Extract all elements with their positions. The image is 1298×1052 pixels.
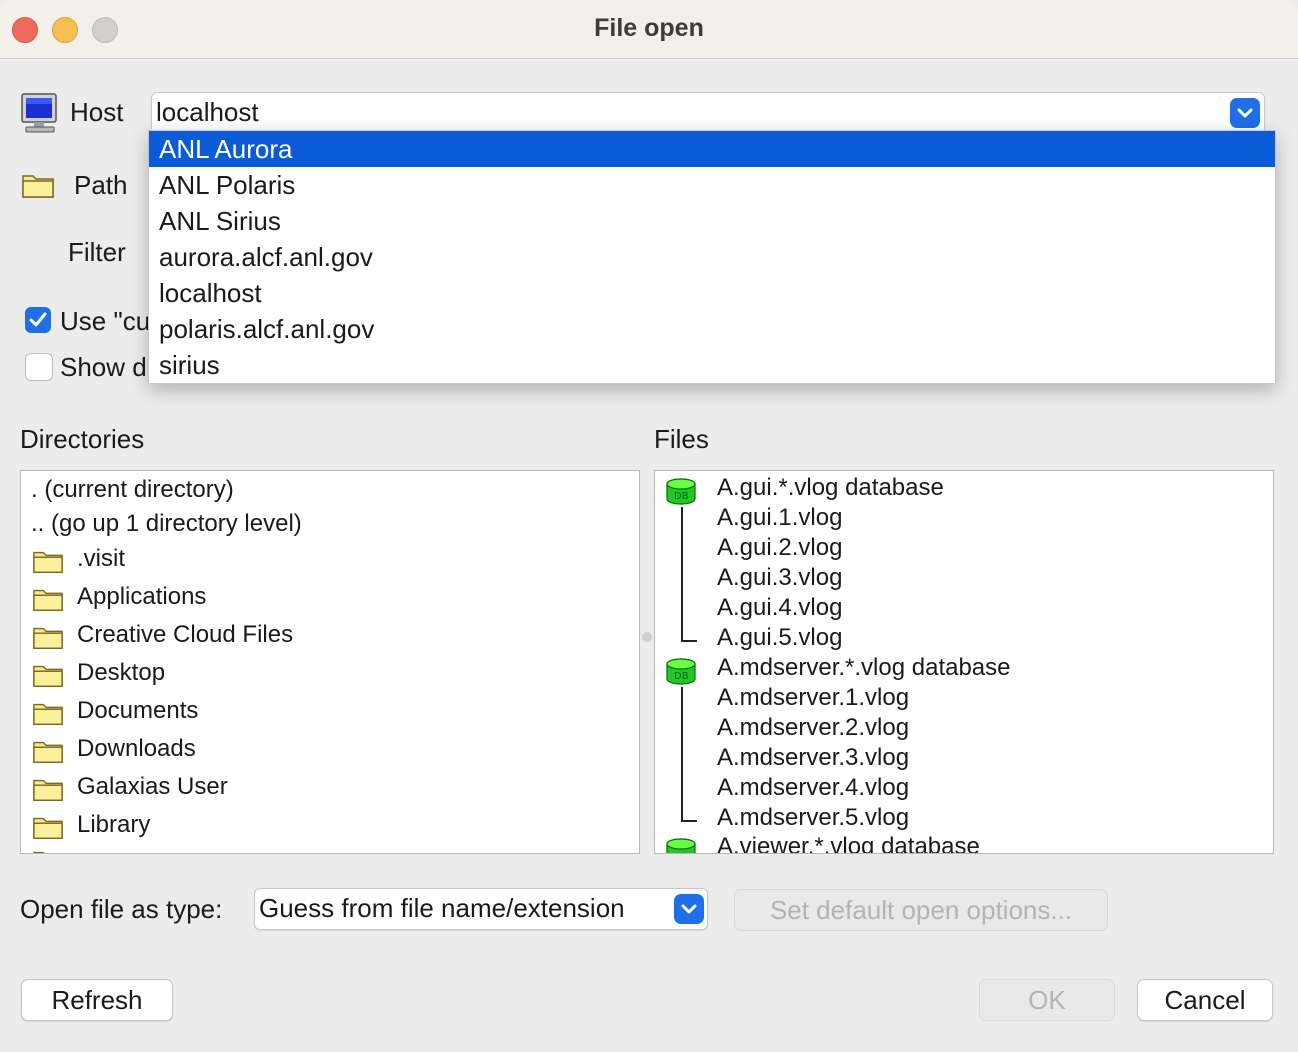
ok-button[interactable]: OK <box>979 979 1115 1021</box>
host-combobox[interactable]: localhost <box>151 92 1265 134</box>
folder-icon <box>33 817 63 839</box>
file-item[interactable]: A.mdserver.5.vlog <box>717 804 909 832</box>
folder-icon <box>33 589 63 611</box>
title-bar: File open <box>0 0 1298 59</box>
host-option[interactable]: localhost <box>149 275 1275 311</box>
file-db-item[interactable]: A.viewer.*.vlog database <box>717 833 980 853</box>
file-item[interactable]: A.gui.2.vlog <box>717 534 842 562</box>
show-checkbox[interactable] <box>25 353 53 381</box>
host-dropdown-list: ANL Aurora ANL Polaris ANL Sirius aurora… <box>148 130 1276 384</box>
tree-line <box>681 687 683 821</box>
file-db-item[interactable]: A.gui.*.vlog database <box>717 474 944 502</box>
file-item[interactable]: A.gui.4.vlog <box>717 594 842 622</box>
use-current-checkbox[interactable] <box>25 307 51 333</box>
list-item[interactable]: .. (go up 1 directory level) <box>31 510 302 538</box>
show-label: Show d <box>60 352 147 382</box>
splitter-handle[interactable] <box>642 632 652 642</box>
file-item[interactable]: A.mdserver.3.vlog <box>717 744 909 772</box>
folder-name: Applications <box>77 583 207 610</box>
folder-icon <box>33 703 63 725</box>
folder-name: Downloads <box>77 735 196 762</box>
monitor-icon <box>21 93 57 133</box>
tree-line <box>681 507 683 641</box>
svg-text:DB: DB <box>674 491 689 502</box>
host-option[interactable]: aurora.alcf.anl.gov <box>149 239 1275 275</box>
filter-label: Filter <box>68 237 126 267</box>
host-option[interactable]: sirius <box>149 347 1275 383</box>
refresh-button[interactable]: Refresh <box>21 979 173 1021</box>
file-item[interactable]: A.mdserver.1.vlog <box>717 684 909 712</box>
file-item[interactable]: A.gui.5.vlog <box>717 624 842 652</box>
folder-icon <box>33 779 63 801</box>
folder-name: Galaxias User <box>77 773 228 800</box>
host-label: Host <box>70 97 124 127</box>
file-item[interactable]: A.mdserver.4.vlog <box>717 774 909 802</box>
host-option[interactable]: ANL Aurora <box>149 131 1275 167</box>
set-default-options-button[interactable]: Set default open options... <box>734 889 1108 931</box>
folder-name: Documents <box>77 697 199 724</box>
open-as-label: Open file as type: <box>20 894 223 924</box>
files-label: Files <box>654 424 709 454</box>
host-value: localhost <box>156 97 259 127</box>
folder-name: Library <box>77 811 151 838</box>
window-title: File open <box>594 14 704 42</box>
file-db-item[interactable]: A.mdserver.*.vlog database <box>717 654 1011 682</box>
tree-line <box>681 820 697 822</box>
host-option[interactable]: ANL Polaris <box>149 167 1275 203</box>
use-current-label: Use "cu <box>60 306 151 336</box>
svg-text:DB: DB <box>674 671 689 682</box>
path-label: Path <box>74 170 128 200</box>
folder-icon <box>33 741 63 763</box>
directories-label: Directories <box>20 424 145 454</box>
folder-name: Desktop <box>77 659 166 686</box>
folder-icon <box>33 551 63 573</box>
folder-name: .visit <box>77 545 125 572</box>
folder-icon <box>33 851 45 853</box>
host-option[interactable]: ANL Sirius <box>149 203 1275 239</box>
chevron-down-icon[interactable] <box>674 894 704 924</box>
open-as-combobox[interactable]: Guess from file name/extension <box>254 888 708 930</box>
folder-icon <box>33 627 63 649</box>
folder-name: Creative Cloud Files <box>77 621 294 648</box>
database-icon: DB <box>666 658 696 685</box>
file-item[interactable]: A.gui.3.vlog <box>717 564 842 592</box>
list-item[interactable]: . (current directory) <box>31 476 234 504</box>
chevron-down-icon[interactable] <box>1230 98 1260 128</box>
database-icon <box>666 838 696 853</box>
tree-line <box>681 640 697 642</box>
folder-icon <box>33 665 63 687</box>
host-option[interactable]: polaris.alcf.anl.gov <box>149 311 1275 347</box>
files-list[interactable]: DB A.gui.*.vlog database A.gui.1.vlog A.… <box>654 470 1274 854</box>
folder-icon <box>22 175 54 198</box>
cancel-button[interactable]: Cancel <box>1137 979 1273 1021</box>
open-as-value: Guess from file name/extension <box>259 893 625 923</box>
file-item[interactable]: A.mdserver.2.vlog <box>717 714 909 742</box>
file-item[interactable]: A.gui.1.vlog <box>717 504 842 532</box>
directories-list[interactable]: . (current directory) .. (go up 1 direct… <box>20 470 640 854</box>
database-icon: DB <box>666 478 696 505</box>
